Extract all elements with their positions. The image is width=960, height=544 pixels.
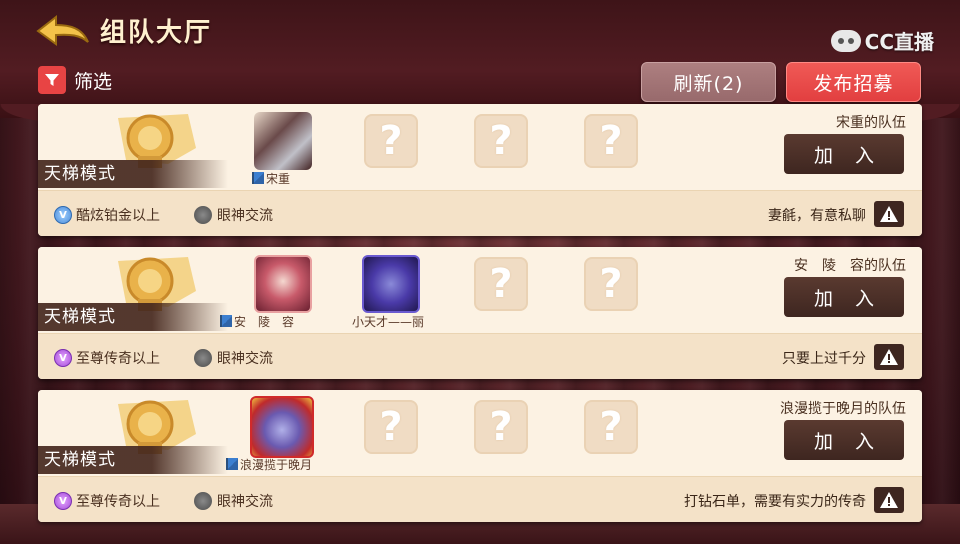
- team-note: 打钻石单，需要有实力的传奇: [684, 494, 866, 510]
- voice-label: 眼神交流: [217, 208, 273, 224]
- team-note: 妻毹，有意私聊: [768, 208, 866, 224]
- member-name: 小天才——丽: [352, 315, 425, 329]
- empty-slot: ?: [474, 400, 528, 454]
- flag-icon: [252, 172, 264, 184]
- empty-slot: ?: [584, 257, 638, 311]
- voice-mode: 眼神交流: [194, 348, 273, 368]
- legend-rank-icon: V: [54, 349, 72, 367]
- rank-label: 酷炫铂金以上: [76, 208, 160, 224]
- empty-slot: ?: [474, 114, 528, 168]
- join-button[interactable]: 加 入: [784, 134, 904, 174]
- join-button[interactable]: 加 入: [784, 420, 904, 460]
- cc-watermark-text: CC直播: [864, 30, 934, 54]
- team-card: 天梯模式 宋重 ? ? ? 宋重的队伍 加 入 V 酷炫铂金以上 眼神交流 妻毹…: [38, 104, 922, 236]
- legend-rank-icon: V: [54, 492, 72, 510]
- member-name: 浪漫揽于晚月: [226, 456, 312, 473]
- flag-icon: [226, 458, 238, 470]
- team-name: 宋重的队伍: [836, 115, 906, 131]
- filter-button[interactable]: 筛选: [38, 66, 112, 94]
- team-card: 天梯模式 安 陵 容 小天才——丽 ? ? 安 陵 容的队伍 加 入 V 至尊传…: [38, 247, 922, 379]
- mode-tag: 天梯模式: [38, 446, 228, 474]
- member-avatar[interactable]: [254, 255, 312, 313]
- rank-requirement: V 至尊传奇以上: [54, 348, 160, 368]
- team-card-footer: V 至尊传奇以上 眼神交流 打钻石单，需要有实力的传奇: [38, 476, 922, 522]
- member-avatar[interactable]: [362, 255, 420, 313]
- empty-slot: ?: [364, 114, 418, 168]
- cc-watermark: CC直播: [830, 26, 934, 55]
- empty-slot: ?: [584, 400, 638, 454]
- member-name: 宋重: [252, 170, 290, 187]
- voice-label: 眼神交流: [217, 351, 273, 367]
- member-name: 安 陵 容: [220, 313, 294, 330]
- team-name: 安 陵 容的队伍: [794, 258, 906, 274]
- rank-label: 至尊传奇以上: [76, 351, 160, 367]
- team-name: 浪漫揽于晚月的队伍: [780, 401, 906, 417]
- platinum-rank-icon: V: [54, 206, 72, 224]
- report-warning-button[interactable]: [874, 487, 904, 513]
- filter-icon: [38, 66, 66, 94]
- mode-tag: 天梯模式: [38, 160, 228, 188]
- filter-label: 筛选: [74, 70, 113, 93]
- eye-contact-icon: [194, 492, 212, 510]
- voice-label: 眼神交流: [217, 494, 273, 510]
- cc-logo-icon: [830, 29, 861, 52]
- team-card-footer: V 至尊传奇以上 眼神交流 只要上过千分: [38, 333, 922, 379]
- page-title: 组队大厅: [100, 18, 213, 48]
- team-card-main: 天梯模式 宋重 ? ? ? 宋重的队伍 加 入: [38, 104, 922, 190]
- team-card-main: 天梯模式 安 陵 容 小天才——丽 ? ? 安 陵 容的队伍 加 入: [38, 247, 922, 333]
- rank-label: 至尊传奇以上: [76, 494, 160, 510]
- eye-contact-icon: [194, 206, 212, 224]
- member-avatar[interactable]: [250, 396, 314, 458]
- flag-icon: [220, 315, 232, 327]
- voice-mode: 眼神交流: [194, 205, 273, 225]
- report-warning-button[interactable]: [874, 344, 904, 370]
- refresh-button[interactable]: 刷新(2): [641, 62, 776, 102]
- team-note: 只要上过千分: [782, 351, 866, 367]
- join-button[interactable]: 加 入: [784, 277, 904, 317]
- back-arrow-icon[interactable]: [34, 14, 90, 48]
- team-card-main: 天梯模式 浪漫揽于晚月 ? ? ? 浪漫揽于晚月的队伍 加 入: [38, 390, 922, 476]
- empty-slot: ?: [474, 257, 528, 311]
- empty-slot: ?: [584, 114, 638, 168]
- rank-requirement: V 至尊传奇以上: [54, 491, 160, 511]
- publish-recruit-button[interactable]: 发布招募: [786, 62, 921, 102]
- empty-slot: ?: [364, 400, 418, 454]
- mode-tag: 天梯模式: [38, 303, 228, 331]
- voice-mode: 眼神交流: [194, 491, 273, 511]
- member-avatar[interactable]: [254, 112, 312, 170]
- rank-requirement: V 酷炫铂金以上: [54, 205, 160, 225]
- report-warning-button[interactable]: [874, 201, 904, 227]
- team-card: 天梯模式 浪漫揽于晚月 ? ? ? 浪漫揽于晚月的队伍 加 入 V 至尊传奇以上…: [38, 390, 922, 522]
- team-card-footer: V 酷炫铂金以上 眼神交流 妻毹，有意私聊: [38, 190, 922, 236]
- eye-contact-icon: [194, 349, 212, 367]
